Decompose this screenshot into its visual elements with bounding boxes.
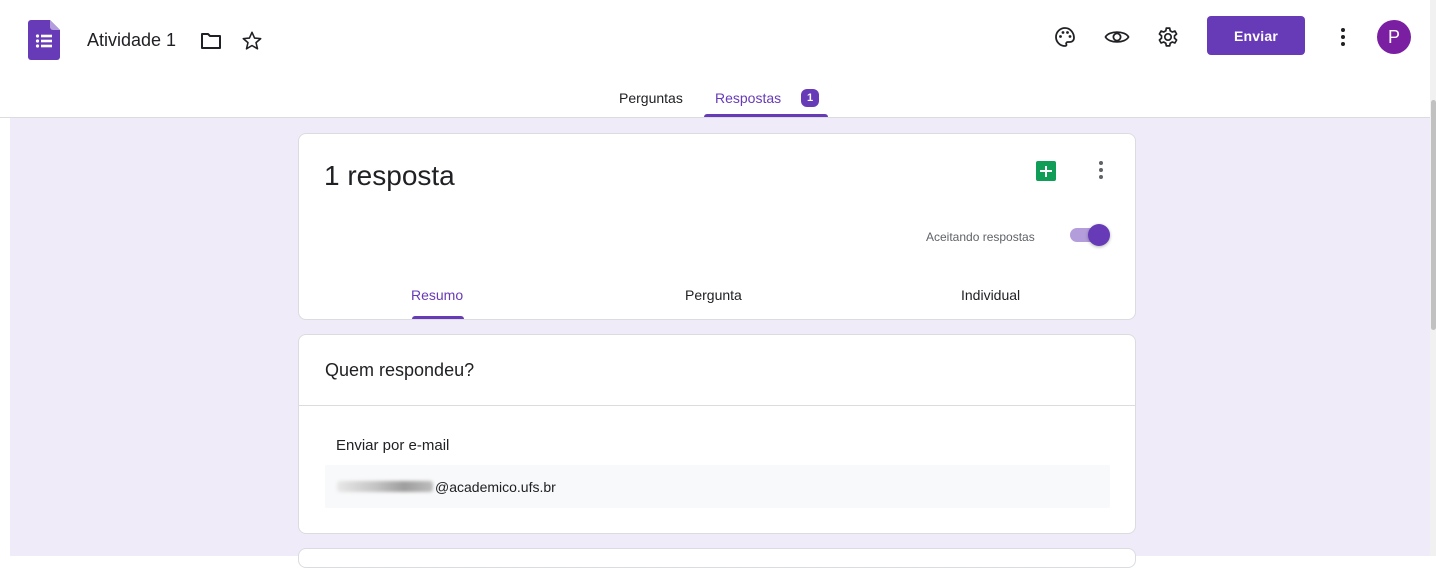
more-vert-icon[interactable] — [1328, 22, 1358, 52]
respondent-email-row[interactable]: @academico.ufs.br — [325, 465, 1110, 508]
gear-icon[interactable] — [1153, 22, 1183, 52]
send-button[interactable]: Enviar — [1207, 16, 1305, 55]
response-count-title: 1 resposta — [324, 160, 455, 191]
folder-icon[interactable] — [198, 28, 224, 54]
star-icon[interactable] — [239, 28, 265, 54]
respondents-title: Quem respondeu? — [325, 360, 475, 380]
tabs-divider — [0, 117, 1430, 118]
respondent-email-domain: @academico.ufs.br — [435, 479, 556, 495]
subtab-resumo[interactable]: Resumo — [411, 287, 463, 303]
scrollbar-thumb[interactable] — [1431, 100, 1436, 330]
left-margin — [0, 118, 10, 556]
responses-count-badge: 1 — [801, 89, 819, 107]
toggle-thumb[interactable] — [1088, 224, 1110, 246]
eye-icon[interactable] — [1102, 22, 1132, 52]
subtab-active-indicator — [412, 316, 464, 319]
accepting-responses-label: Aceitando respostas — [926, 230, 1035, 244]
sheets-icon[interactable] — [1036, 161, 1056, 181]
next-card-peek — [298, 548, 1136, 568]
avatar[interactable]: P — [1377, 20, 1411, 54]
forms-logo-icon[interactable] — [28, 20, 60, 60]
subtab-pergunta[interactable]: Pergunta — [685, 287, 742, 303]
subtab-individual[interactable]: Individual — [961, 287, 1020, 303]
document-title[interactable]: Atividade 1 — [87, 30, 176, 51]
top-app-bar: Atividade 1 Enviar P — [0, 0, 1430, 80]
respondents-card: Quem respondeu? Enviar por e-mail @acade… — [298, 334, 1136, 534]
email-section-label: Enviar por e-mail — [336, 437, 450, 454]
redacted-email-username — [337, 481, 433, 492]
tab-perguntas[interactable]: Perguntas — [619, 90, 683, 106]
responses-summary-card: 1 resposta Aceitando respostas Resumo Pe… — [298, 133, 1136, 320]
tab-respostas[interactable]: Respostas — [715, 90, 781, 106]
palette-icon[interactable] — [1050, 22, 1080, 52]
card-more-vert-icon[interactable] — [1091, 158, 1111, 182]
card-divider — [299, 405, 1135, 406]
